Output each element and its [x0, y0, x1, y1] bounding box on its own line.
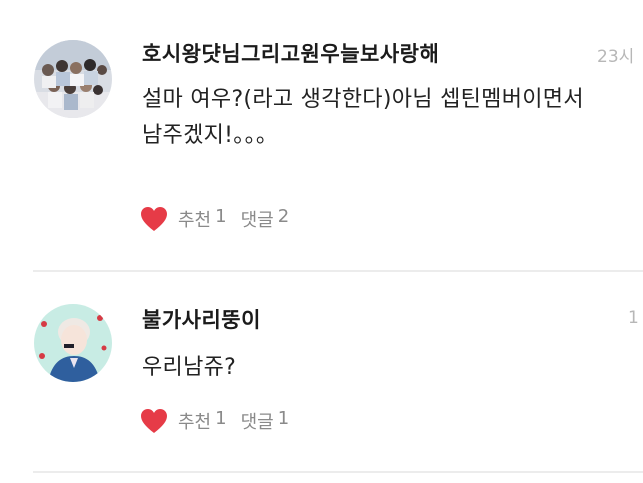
- comment-actions: 추천 1 댓글 2: [140, 206, 297, 232]
- comment-time: 1: [628, 308, 639, 328]
- reply-count: 1: [277, 408, 290, 429]
- like-label: 추천: [178, 412, 212, 433]
- reply-label: 댓글: [240, 210, 274, 231]
- comment-author[interactable]: 불가사리뚱이: [142, 304, 261, 334]
- comment-time: 23시: [597, 47, 635, 67]
- comment-actions: 추천 1 댓글 1: [140, 408, 297, 434]
- reply-button[interactable]: 댓글 1: [241, 408, 290, 434]
- divider: [33, 471, 643, 473]
- comment-body-line: 우리남쥬?: [142, 355, 237, 380]
- comment-item: 호시왕댯님그리고원우늘보사랑해 23시 설마 여우?(라고 생각한다)아님 셉틴…: [0, 0, 643, 272]
- heart-icon[interactable]: [140, 206, 168, 232]
- like-button[interactable]: 추천 1: [178, 206, 227, 232]
- comment-item: 불가사리뚱이 1 우리남쥬? 추천 1 댓글 1: [0, 272, 643, 474]
- avatar[interactable]: [34, 304, 112, 382]
- avatar[interactable]: [34, 40, 112, 118]
- reply-label: 댓글: [240, 412, 274, 433]
- like-count: 1: [215, 408, 227, 429]
- heart-icon[interactable]: [140, 408, 168, 434]
- comment-body: 설마 여우?(라고 생각한다)아님 셉틴멤버이면서 남주겠지!。。。: [142, 82, 622, 154]
- reply-button[interactable]: 댓글 2: [241, 206, 290, 232]
- comment-body: 우리남쥬?: [142, 350, 622, 386]
- comment-body-line: 설마 여우?(라고 생각한다)아님 셉틴멤버이면서: [142, 87, 584, 112]
- comment-body-line: 남주겠지!。。。: [142, 123, 279, 148]
- comment-author[interactable]: 호시왕댯님그리고원우늘보사랑해: [142, 38, 439, 68]
- like-count: 1: [215, 206, 227, 227]
- like-button[interactable]: 추천 1: [178, 408, 227, 434]
- like-label: 추천: [178, 210, 212, 231]
- reply-count: 2: [277, 206, 290, 227]
